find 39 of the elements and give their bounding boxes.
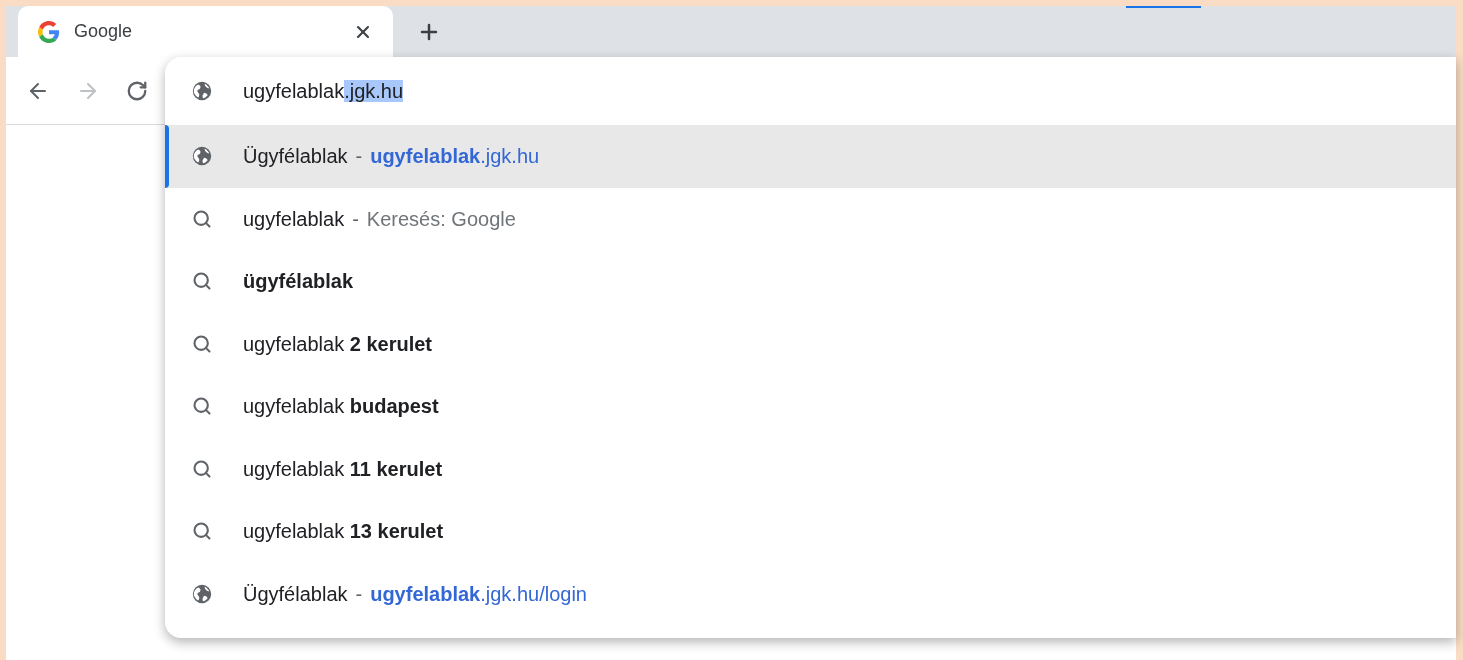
globe-icon <box>191 80 213 102</box>
tab-title: Google <box>74 20 134 43</box>
suggestion-text: Ügyfélablak <box>243 144 348 170</box>
globe-icon <box>191 582 213 605</box>
search-icon <box>192 396 212 417</box>
typed-text: ugyfelablak <box>243 80 345 102</box>
separator-text: - <box>355 581 363 607</box>
separator-text: - <box>352 206 359 232</box>
suggestion-text: ugyfelablak 11 kerulet <box>243 456 443 482</box>
url-text: ugyfelablak.jgk.hu <box>370 144 540 170</box>
suggestion-row[interactable]: ugyfelablak - Keresés: Google <box>165 187 1456 250</box>
google-icon <box>38 20 60 43</box>
suggestion-text: ugyfelablak 2 kerulet <box>243 331 432 357</box>
globe-icon <box>191 145 213 168</box>
reload-icon[interactable] <box>126 79 148 102</box>
suggestion-row[interactable]: ugyfelablak 13 kerulet <box>165 500 1456 563</box>
separator-text: - <box>355 144 363 170</box>
tab[interactable]: Google <box>18 6 393 57</box>
search-icon <box>192 271 212 292</box>
suggestion-row[interactable]: ugyfelablak budapest <box>165 375 1456 438</box>
suggestion-text: ugyfelablak 13 kerulet <box>243 519 444 545</box>
suggestion-row[interactable]: Ügyfélablak - ugyfelablak.jgk.hu/login <box>165 562 1456 625</box>
suggestion-text: ügyfélablak <box>243 269 354 295</box>
url-text: ugyfelablak.jgk.hu/login <box>370 581 587 607</box>
suggestion-row[interactable]: ügyfélablak <box>165 250 1456 313</box>
address-field[interactable]: ugyfelablak.jgk.hu <box>165 57 1456 125</box>
suggestion-row[interactable]: ugyfelablak 11 kerulet <box>165 437 1456 500</box>
suggestion-row[interactable]: ugyfelablak 2 kerulet <box>165 312 1456 375</box>
search-icon <box>192 333 212 354</box>
suggestion-text: Ügyfélablak <box>243 581 348 607</box>
search-icon <box>192 208 212 229</box>
autocomplete-text: .jgk.hu <box>344 80 404 102</box>
search-icon <box>192 521 212 542</box>
selection-bar <box>165 125 169 188</box>
search-icon <box>192 458 212 479</box>
suggestion-detail: Keresés: Google <box>366 206 516 232</box>
suggestion-text: ugyfelablak budapest <box>243 394 439 420</box>
suggestion-text: ugyfelablak <box>243 206 345 232</box>
suggestion-row[interactable]: Ügyfélablak - ugyfelablak.jgk.hu <box>165 125 1456 188</box>
